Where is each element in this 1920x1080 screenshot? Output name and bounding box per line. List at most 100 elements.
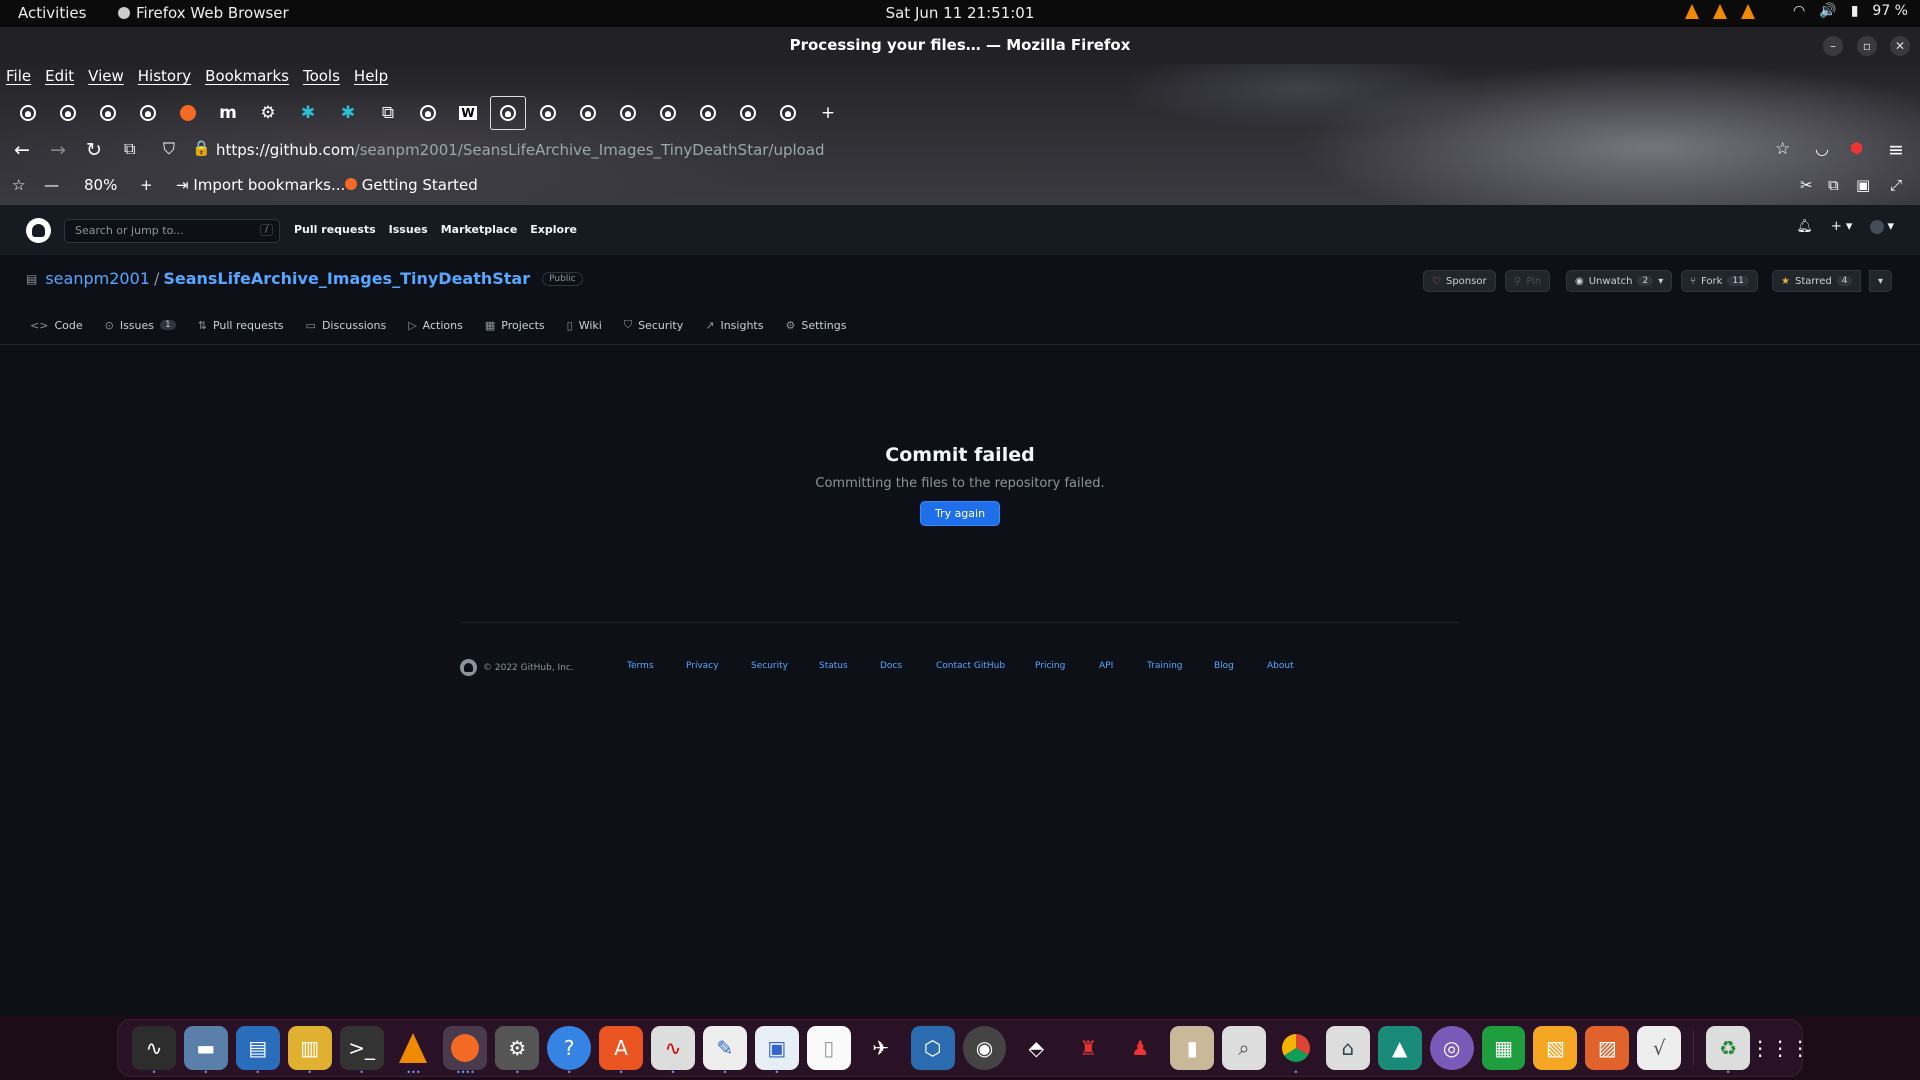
footer-link-pricing[interactable]: Pricing: [1035, 661, 1065, 671]
repo-owner-link[interactable]: seanpm2001: [45, 269, 150, 288]
hamburger-menu-icon[interactable]: ≡: [1888, 139, 1904, 161]
pin-button[interactable]: ⚲ Pin: [1505, 270, 1551, 292]
wing-app-icon[interactable]: ✈: [859, 1026, 903, 1070]
shield-icon[interactable]: ⛉: [163, 139, 175, 159]
files-icon[interactable]: ▬ •: [183, 1026, 228, 1077]
tab-pull-requests[interactable]: ⇅ Pull requests: [198, 318, 284, 332]
url-bar[interactable]: https://github.com/seanpm2001/SeansLifeA…: [216, 141, 825, 159]
zoom-level[interactable]: 80%: [84, 176, 117, 194]
zoom-in-button[interactable]: +: [140, 176, 153, 194]
footer-link-terms[interactable]: Terms: [627, 661, 654, 671]
impress-icon[interactable]: ▨: [1585, 1026, 1630, 1070]
notes-icon[interactable]: ▥ •: [287, 1026, 332, 1077]
avatar[interactable]: ▾: [1870, 219, 1894, 234]
tab-settings[interactable]: ⚙ Settings: [785, 318, 846, 332]
vlc-icon[interactable]: [1713, 3, 1728, 19]
gitkraken-icon[interactable]: ▲: [1377, 1026, 1422, 1070]
tab-settings[interactable]: ⚙: [248, 95, 288, 131]
tab-github[interactable]: [688, 95, 728, 131]
battery-icon[interactable]: ▮: [1851, 3, 1859, 19]
tab-security[interactable]: ⛉ Security: [624, 318, 683, 332]
tab-github[interactable]: [528, 95, 568, 131]
repo-name-link[interactable]: SeansLifeArchive_Images_TinyDeathStar: [163, 269, 530, 288]
tab-mastodon[interactable]: m: [208, 95, 248, 131]
unwatch-button[interactable]: ◉ Unwatch 2 ▾: [1566, 270, 1673, 292]
nav-pull-requests[interactable]: Pull requests: [294, 223, 376, 236]
footer-link-security[interactable]: Security: [751, 661, 788, 671]
ublock-icon[interactable]: ⬢: [1850, 139, 1863, 157]
try-again-button[interactable]: Try again: [919, 501, 1001, 526]
document-icon[interactable]: ▯: [806, 1026, 851, 1070]
image-viewer-icon[interactable]: ⌕: [1222, 1026, 1266, 1070]
menu-edit[interactable]: Edit: [45, 67, 74, 85]
forward-icon[interactable]: →: [50, 139, 66, 161]
maximize-button[interactable]: ▫: [1857, 36, 1877, 56]
notifications-bell-icon[interactable]: 🔔︎: [1796, 219, 1813, 234]
menu-tools[interactable]: Tools: [303, 67, 340, 85]
create-new-menu[interactable]: + ▾: [1831, 219, 1853, 234]
github-logo-icon[interactable]: [26, 218, 51, 243]
tab-insights[interactable]: ↗ Insights: [705, 318, 763, 332]
tab-extension[interactable]: ✱: [288, 95, 328, 131]
app-menu[interactable]: Firefox Web Browser: [118, 4, 289, 22]
menu-view[interactable]: View: [88, 67, 124, 85]
tab-wikipedia[interactable]: W: [448, 95, 488, 131]
tab-extension[interactable]: ✱: [328, 95, 368, 131]
tab-github-active[interactable]: [490, 96, 526, 130]
tab-github[interactable]: [568, 95, 608, 131]
firefox-icon[interactable]: ••••: [443, 1026, 488, 1077]
activity-graph-icon[interactable]: ∿ •: [651, 1026, 695, 1077]
tab-firefox[interactable]: [168, 95, 208, 131]
terminal-icon[interactable]: >_ •: [339, 1026, 384, 1077]
menu-help[interactable]: Help: [354, 67, 388, 85]
help-icon[interactable]: ? •: [547, 1026, 592, 1077]
wifi-icon[interactable]: ◠: [1793, 3, 1805, 19]
tab-actions[interactable]: ▷ Actions: [408, 318, 463, 332]
vlc-icon[interactable]: •••: [392, 1026, 436, 1077]
close-button[interactable]: ✕: [1890, 36, 1910, 56]
bookmark-star-icon[interactable]: ☆: [12, 176, 25, 194]
sponsor-button[interactable]: ♡ Sponsor: [1423, 270, 1496, 292]
tab-github[interactable]: [608, 95, 648, 131]
star-list-dropdown[interactable]: ▾: [1869, 270, 1893, 292]
footer-link-docs[interactable]: Docs: [880, 661, 902, 671]
footer-link-blog[interactable]: Blog: [1214, 661, 1234, 671]
tab-github[interactable]: [408, 95, 448, 131]
text-editor-icon[interactable]: ✎ •: [702, 1026, 747, 1077]
writer-icon[interactable]: ▤ •: [235, 1026, 280, 1077]
tab-discussions[interactable]: ▭ Discussions: [306, 318, 387, 332]
tab-github[interactable]: [128, 95, 168, 131]
nav-issues[interactable]: Issues: [389, 223, 428, 236]
nav-explore[interactable]: Explore: [530, 223, 577, 236]
star-icon[interactable]: ☆: [1775, 139, 1790, 159]
footer-link-api[interactable]: API: [1099, 661, 1113, 671]
tab-wiki[interactable]: ▯ Wiki: [567, 318, 602, 332]
footer-link-training[interactable]: Training: [1147, 661, 1183, 671]
tab-projects[interactable]: ▦ Projects: [485, 318, 545, 332]
screenshot-icon[interactable]: ▣ •: [754, 1026, 799, 1077]
tor-icon[interactable]: ◎: [1429, 1026, 1474, 1070]
cut-icon[interactable]: ✂: [1800, 176, 1813, 194]
tab-github[interactable]: [648, 95, 688, 131]
camera-icon[interactable]: ◉: [962, 1026, 1007, 1070]
show-apps-grid-icon[interactable]: ⋮⋮⋮: [1750, 1026, 1810, 1070]
chrome-icon[interactable]: •: [1274, 1026, 1318, 1077]
fork-button[interactable]: ⑂ Fork 11: [1681, 270, 1758, 292]
vlc-icon[interactable]: [1685, 3, 1700, 19]
zoom-out-button[interactable]: —: [44, 176, 59, 194]
tab-issues[interactable]: ⊙ Issues 1: [105, 318, 176, 332]
tab-github[interactable]: [48, 95, 88, 131]
system-monitor-icon[interactable]: ∿ •: [132, 1026, 176, 1077]
trash-icon[interactable]: ♻ •: [1706, 1026, 1751, 1077]
copy-icon[interactable]: ⧉: [1828, 176, 1839, 194]
menu-bookmarks[interactable]: Bookmarks: [205, 67, 289, 85]
footer-link-contact[interactable]: Contact GitHub: [936, 661, 1005, 671]
starred-button[interactable]: ★ Starred 4: [1772, 270, 1862, 292]
inkscape-icon[interactable]: ⬘: [1014, 1026, 1058, 1070]
menu-file[interactable]: File: [6, 67, 31, 85]
vlc-icon[interactable]: [1741, 3, 1756, 19]
draw-icon[interactable]: ▧: [1533, 1026, 1578, 1070]
virtualbox-icon[interactable]: ⬡: [910, 1026, 955, 1070]
minimize-button[interactable]: –: [1823, 36, 1843, 56]
import-bookmarks[interactable]: ⇥ Import bookmarks...: [176, 176, 345, 194]
